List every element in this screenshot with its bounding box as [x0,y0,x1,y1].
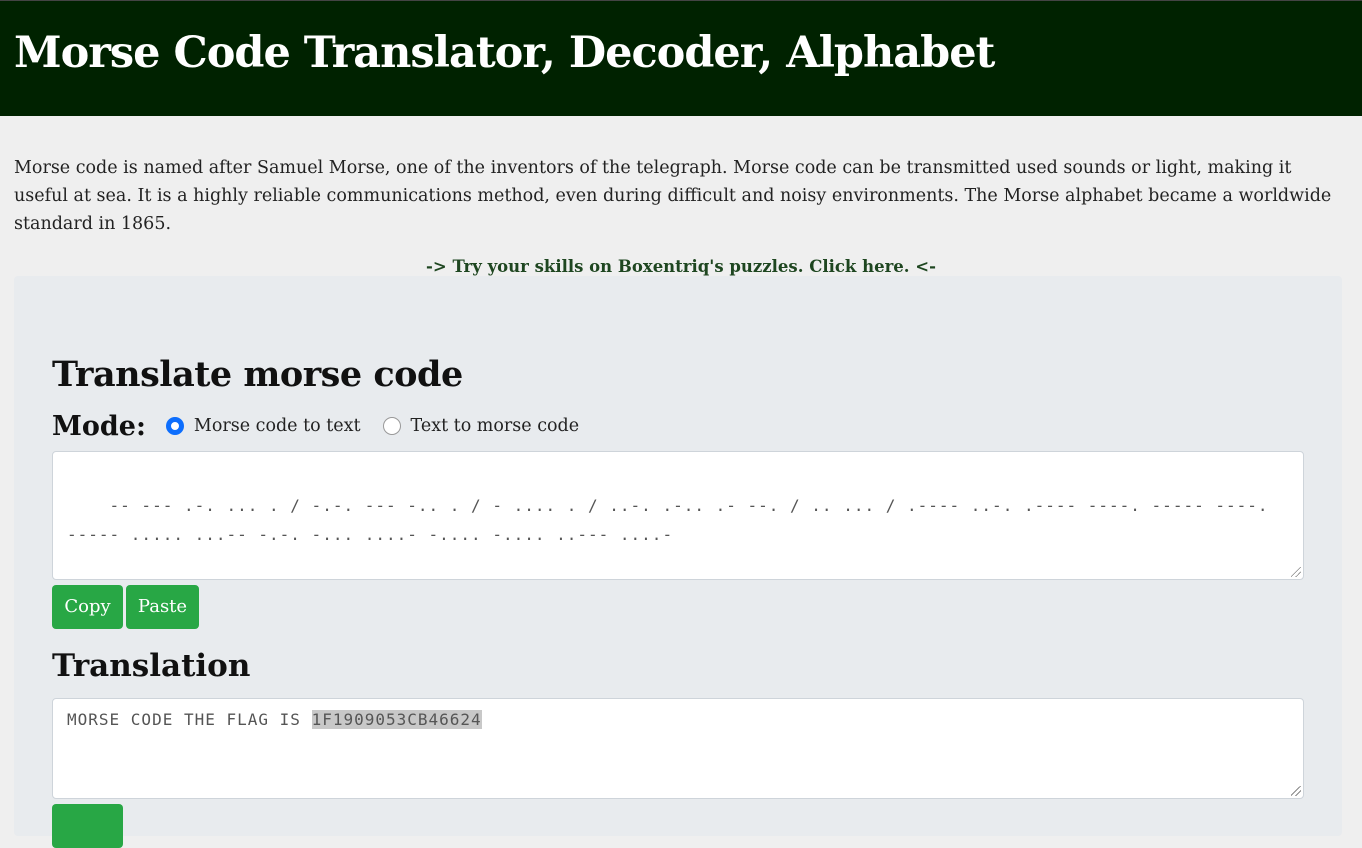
copy-button[interactable]: Copy [52,585,123,629]
page-title: Morse Code Translator, Decoder, Alphabet [14,28,995,78]
translation-output-textarea[interactable]: MORSE CODE THE FLAG IS 1F1909053CB46624 [52,698,1304,799]
site-header: Morse Code Translator, Decoder, Alphabet [0,0,1362,116]
output-copy-button[interactable] [52,804,123,848]
resize-handle-icon[interactable] [1291,567,1301,577]
puzzles-link[interactable]: -> Try your skills on Boxentriq's puzzle… [426,257,936,276]
translator-panel: Translate morse code Mode: Morse code to… [14,276,1342,848]
translation-selected-text: 1F1909053CB46624 [311,710,482,729]
translator-title: Translate morse code [52,354,463,395]
radio-morse-to-text[interactable] [165,417,184,435]
resize-handle-icon[interactable] [1291,786,1301,796]
morse-input-textarea[interactable]: -- --- .-. ... . / -.-. --- -.. . / - ..… [52,451,1304,580]
mode-label: Mode: [52,410,146,442]
radio-morse-to-text-label[interactable]: Morse code to text [194,416,361,436]
paste-button[interactable]: Paste [126,585,199,629]
translation-title: Translation [52,648,251,684]
mode-selector: Mode: Morse code to text Text to morse c… [52,406,601,446]
radio-text-to-morse-label[interactable]: Text to morse code [411,416,580,436]
morse-input-value: -- --- .-. ... . / -.-. --- -.. . / - ..… [67,496,1280,544]
translation-output-text: MORSE CODE THE FLAG IS [67,710,312,729]
intro-paragraph: Morse code is named after Samuel Morse, … [14,158,1332,234]
radio-text-to-morse[interactable] [382,417,401,435]
